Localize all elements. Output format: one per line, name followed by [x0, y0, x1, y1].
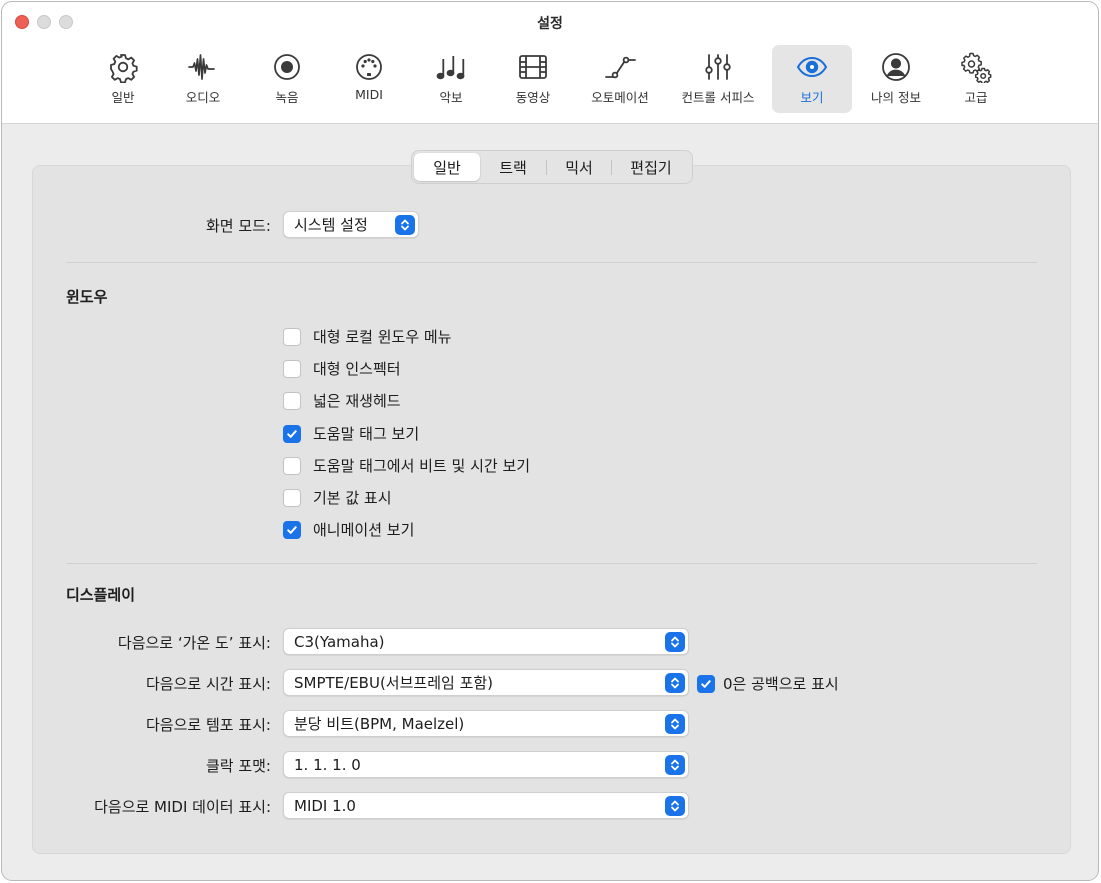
chevron-up-down-icon — [665, 673, 685, 693]
checkbox-checked[interactable] — [697, 674, 715, 693]
tempo-display-label: 다음으로 템포 표시: — [146, 716, 271, 734]
toolbar-item-advanced[interactable]: 고급 — [938, 45, 1014, 113]
toolbar-item-record[interactable]: 녹음 — [249, 45, 325, 113]
divider — [66, 563, 1037, 564]
checkbox[interactable] — [283, 456, 301, 475]
option-label: 넓은 재생헤드 — [313, 392, 401, 410]
title-bar: 설정 일반 오디오 녹음 MIDI 악보 동영상 오토메이션 컨트롤 서피스 보… — [2, 2, 1098, 124]
toolbar-label: 보기 — [800, 90, 824, 105]
toolbar-item-view[interactable]: 보기 — [772, 45, 852, 113]
waveform-icon — [186, 50, 220, 84]
tempo-display-value: 분당 비트(BPM, Maelzel) — [294, 715, 465, 733]
checkbox[interactable] — [283, 391, 301, 410]
checkbox-checked[interactable] — [283, 424, 301, 443]
option-show-help-tags[interactable]: 도움말 태그 보기 — [283, 423, 419, 444]
checkbox[interactable] — [283, 359, 301, 378]
toolbar-item-movie[interactable]: 동영상 — [494, 45, 572, 113]
option-large-inspector[interactable]: 대형 인스펙터 — [283, 358, 401, 379]
midi-data-value: MIDI 1.0 — [294, 796, 356, 815]
gear-icon — [106, 50, 140, 84]
chevron-up-down-icon — [665, 714, 685, 734]
tab-general[interactable]: 일반 — [414, 153, 480, 181]
automation-curve-icon — [603, 50, 637, 84]
display-section-title: 디스플레이 — [66, 586, 136, 604]
toolbar-item-audio[interactable]: 오디오 — [164, 45, 242, 113]
chevron-up-down-icon — [665, 796, 685, 816]
record-icon — [270, 50, 304, 84]
option-label: 도움말 태그에서 비트 및 시간 보기 — [313, 457, 531, 475]
toolbar-item-score[interactable]: 악보 — [412, 45, 490, 113]
option-label: 기본 값 표시 — [313, 489, 392, 507]
toolbar-label: 녹음 — [275, 90, 299, 105]
toolbar-label: 일반 — [111, 90, 135, 105]
tab-mixer[interactable]: 믹서 — [547, 153, 611, 181]
toolbar-item-automation[interactable]: 오토메이션 — [576, 45, 664, 113]
checkbox[interactable] — [283, 327, 301, 346]
midi-data-popup[interactable]: MIDI 1.0 — [283, 792, 689, 819]
tab-editor[interactable]: 편집기 — [612, 153, 690, 181]
midi-port-icon — [352, 50, 386, 84]
middle-c-value: C3(Yamaha) — [294, 632, 385, 651]
clock-format-label: 클락 포맷: — [205, 757, 271, 775]
screen-mode-value: 시스템 설정 — [294, 216, 368, 234]
option-show-default-values[interactable]: 기본 값 표시 — [283, 487, 392, 508]
sliders-icon — [701, 50, 735, 84]
eye-icon — [795, 50, 829, 84]
midi-data-label: 다음으로 MIDI 데이터 표시: — [94, 798, 271, 816]
toolbar-item-control-surfaces[interactable]: 컨트롤 서피스 — [668, 45, 768, 113]
chevron-up-down-icon — [665, 632, 685, 652]
toolbar-label: 오디오 — [185, 90, 221, 105]
toolbar-item-general[interactable]: 일반 — [84, 45, 162, 113]
clock-format-value: 1. 1. 1. 0 — [294, 755, 361, 774]
option-zero-as-space[interactable]: 0은 공백으로 표시 — [697, 673, 839, 694]
screen-mode-popup[interactable]: 시스템 설정 — [283, 211, 419, 238]
option-label: 대형 인스펙터 — [313, 360, 401, 378]
option-wide-playhead[interactable]: 넓은 재생헤드 — [283, 390, 401, 411]
chevron-up-down-icon — [665, 755, 685, 775]
clock-format-popup[interactable]: 1. 1. 1. 0 — [283, 751, 689, 778]
gears-icon — [959, 50, 993, 84]
tempo-display-popup[interactable]: 분당 비트(BPM, Maelzel) — [283, 710, 689, 737]
divider — [66, 262, 1037, 263]
checkbox-checked[interactable] — [283, 520, 301, 539]
time-display-label: 다음으로 시간 표시: — [146, 675, 271, 693]
toolbar-item-midi[interactable]: MIDI — [330, 45, 408, 113]
option-show-animations[interactable]: 애니메이션 보기 — [283, 519, 414, 540]
toolbar-label: 동영상 — [515, 90, 551, 105]
toolbar-label: 오토메이션 — [591, 90, 649, 105]
screen-mode-label: 화면 모드: — [205, 217, 271, 235]
film-icon — [516, 50, 550, 84]
middle-c-popup[interactable]: C3(Yamaha) — [283, 628, 689, 655]
settings-window: 설정 일반 오디오 녹음 MIDI 악보 동영상 오토메이션 컨트롤 서피스 보… — [1, 1, 1099, 881]
tab-track[interactable]: 트랙 — [480, 153, 546, 181]
option-label: 0은 공백으로 표시 — [723, 675, 839, 693]
toolbar-label: MIDI — [355, 87, 383, 102]
windows-section-title: 윈도우 — [66, 288, 108, 306]
toolbar-item-my-info[interactable]: 나의 정보 — [856, 45, 936, 113]
toolbar-label: 악보 — [439, 90, 463, 105]
music-notes-icon — [434, 50, 468, 84]
option-label: 도움말 태그 보기 — [313, 425, 420, 443]
time-display-value: SMPTE/EBU(서브프레임 포함) — [294, 674, 494, 692]
toolbar-label: 고급 — [964, 90, 988, 105]
option-label: 대형 로컬 윈도우 메뉴 — [313, 328, 452, 346]
middle-c-label: 다음으로 ‘가온 도’ 표시: — [117, 634, 271, 652]
toolbar-label: 나의 정보 — [871, 90, 921, 105]
option-help-tags-beats-time[interactable]: 도움말 태그에서 비트 및 시간 보기 — [283, 455, 530, 476]
tab-bar: 일반 트랙 믹서 편집기 — [411, 150, 693, 184]
toolbar-label: 컨트롤 서피스 — [681, 90, 755, 105]
option-large-local-window-menus[interactable]: 대형 로컬 윈도우 메뉴 — [283, 326, 452, 347]
window-title: 설정 — [537, 16, 563, 32]
checkbox[interactable] — [283, 488, 301, 507]
time-display-popup[interactable]: SMPTE/EBU(서브프레임 포함) — [283, 669, 689, 696]
person-circle-icon — [879, 50, 913, 84]
option-label: 애니메이션 보기 — [313, 521, 415, 539]
chevron-up-down-icon — [395, 215, 415, 235]
